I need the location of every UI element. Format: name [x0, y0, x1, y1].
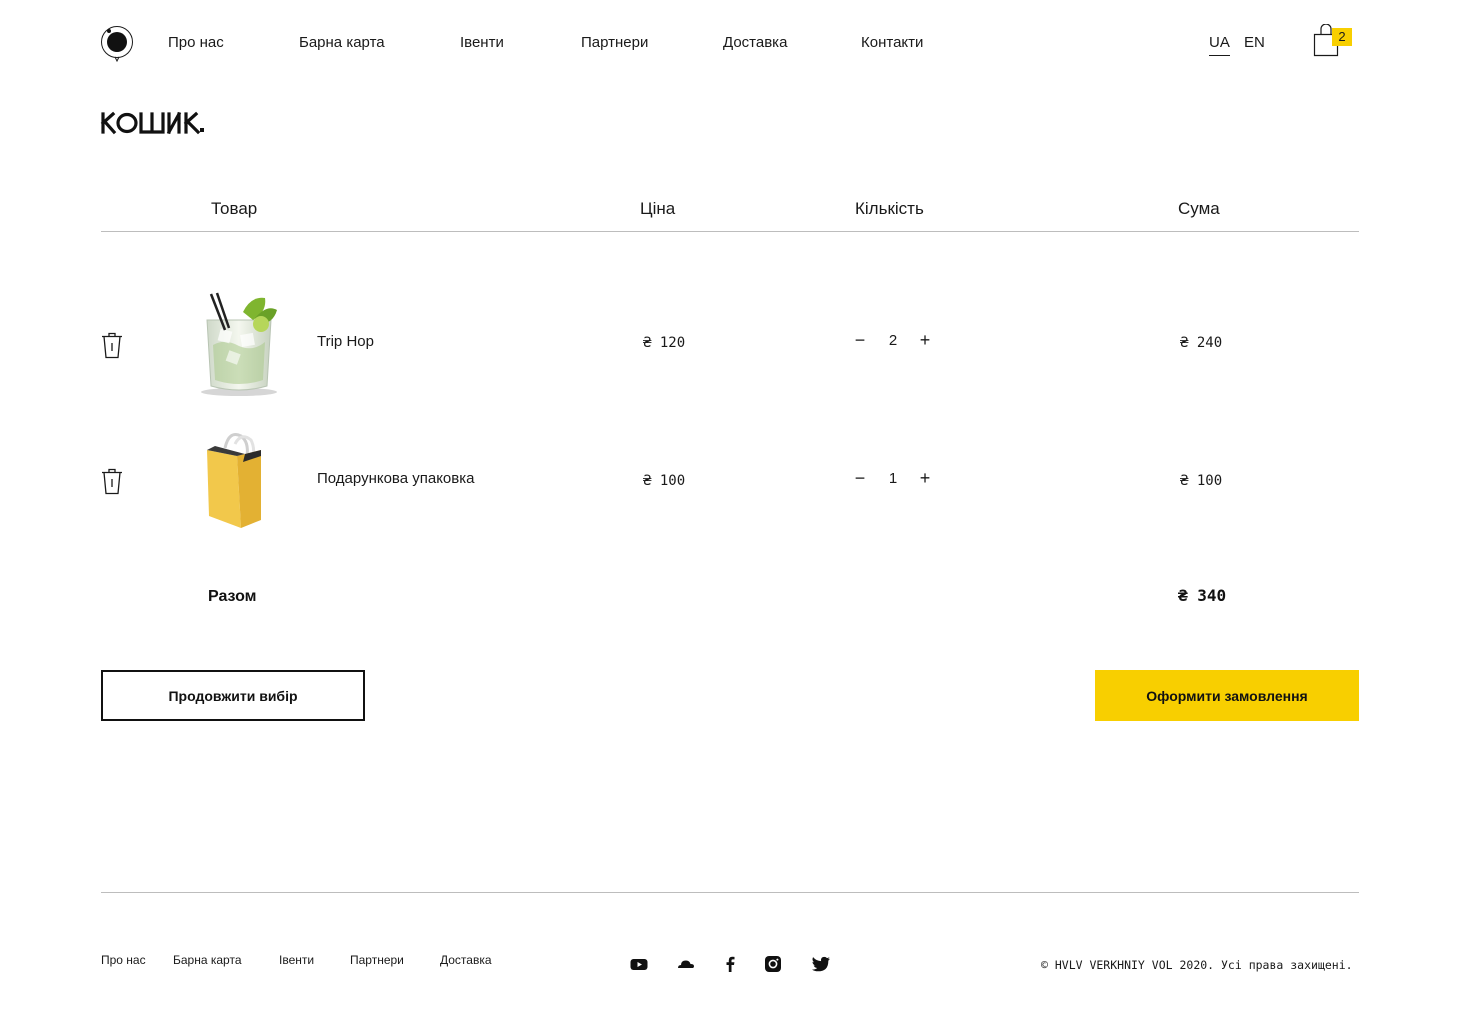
footer-nav-delivery[interactable]: Доставка — [440, 953, 492, 967]
nav-about[interactable]: Про нас — [168, 34, 224, 51]
column-header-product: Товар — [211, 199, 258, 218]
soundcloud-icon[interactable] — [676, 954, 696, 974]
quantity-increase-button[interactable]: + — [917, 469, 933, 487]
youtube-icon[interactable] — [629, 954, 649, 974]
footer-nav-partners[interactable]: Партнери — [350, 953, 404, 967]
product-name[interactable]: Trip Hop — [317, 333, 374, 350]
trash-icon[interactable] — [101, 467, 123, 495]
lang-en[interactable]: EN — [1244, 34, 1265, 51]
quantity-value: 2 — [888, 332, 898, 349]
facebook-icon[interactable] — [720, 954, 740, 974]
footer-nav-events[interactable]: Івенти — [279, 953, 314, 967]
total-label: Разом — [208, 588, 257, 605]
nav-bar-menu[interactable]: Барна карта — [299, 34, 385, 51]
product-name[interactable]: Подарункова упаковка — [317, 470, 474, 487]
column-header-price: Ціна — [640, 199, 676, 218]
cart-button[interactable]: 2 — [1312, 24, 1354, 60]
continue-shopping-button[interactable]: Продовжити вибір — [101, 670, 365, 721]
footer-nav-bar-menu[interactable]: Барна карта — [173, 953, 242, 967]
cocktail-glass-image — [201, 292, 277, 396]
lang-ua[interactable]: UA — [1209, 34, 1230, 56]
nav-contacts[interactable]: Контакти — [861, 34, 923, 51]
logo-icon[interactable] — [100, 24, 136, 64]
column-header-quantity: Кількість — [855, 199, 924, 218]
product-price: ₴ 120 — [643, 335, 686, 351]
footer-nav-about[interactable]: Про нас — [101, 953, 146, 967]
quantity-increase-button[interactable]: + — [917, 331, 933, 349]
nav-partners[interactable]: Партнери — [581, 34, 648, 51]
table-header-divider — [101, 231, 1359, 232]
row-sum: ₴ 240 — [1180, 335, 1223, 351]
quantity-decrease-button[interactable]: − — [852, 469, 868, 487]
nav-delivery[interactable]: Доставка — [723, 34, 787, 51]
quantity-decrease-button[interactable]: − — [852, 331, 868, 349]
quantity-value: 1 — [888, 470, 898, 487]
row-sum: ₴ 100 — [1180, 473, 1223, 489]
page-title — [100, 111, 204, 135]
footer-divider — [101, 892, 1359, 893]
column-header-sum: Сума — [1178, 199, 1220, 218]
copyright: © HVLV VERKHNIY VOL 2020. Усі права захи… — [1041, 958, 1353, 972]
checkout-button[interactable]: Оформити замовлення — [1095, 670, 1359, 721]
total-value: ₴ 340 — [1178, 586, 1227, 605]
header: Про нас Барна карта Івенти Партнери Дост… — [0, 0, 1460, 86]
twitter-icon[interactable] — [811, 954, 831, 974]
trash-icon[interactable] — [101, 331, 123, 359]
cart-count-badge: 2 — [1332, 28, 1352, 46]
nav-events[interactable]: Івенти — [460, 34, 504, 51]
gift-bag-image — [207, 433, 261, 528]
product-price: ₴ 100 — [643, 473, 686, 489]
instagram-icon[interactable] — [763, 954, 783, 974]
